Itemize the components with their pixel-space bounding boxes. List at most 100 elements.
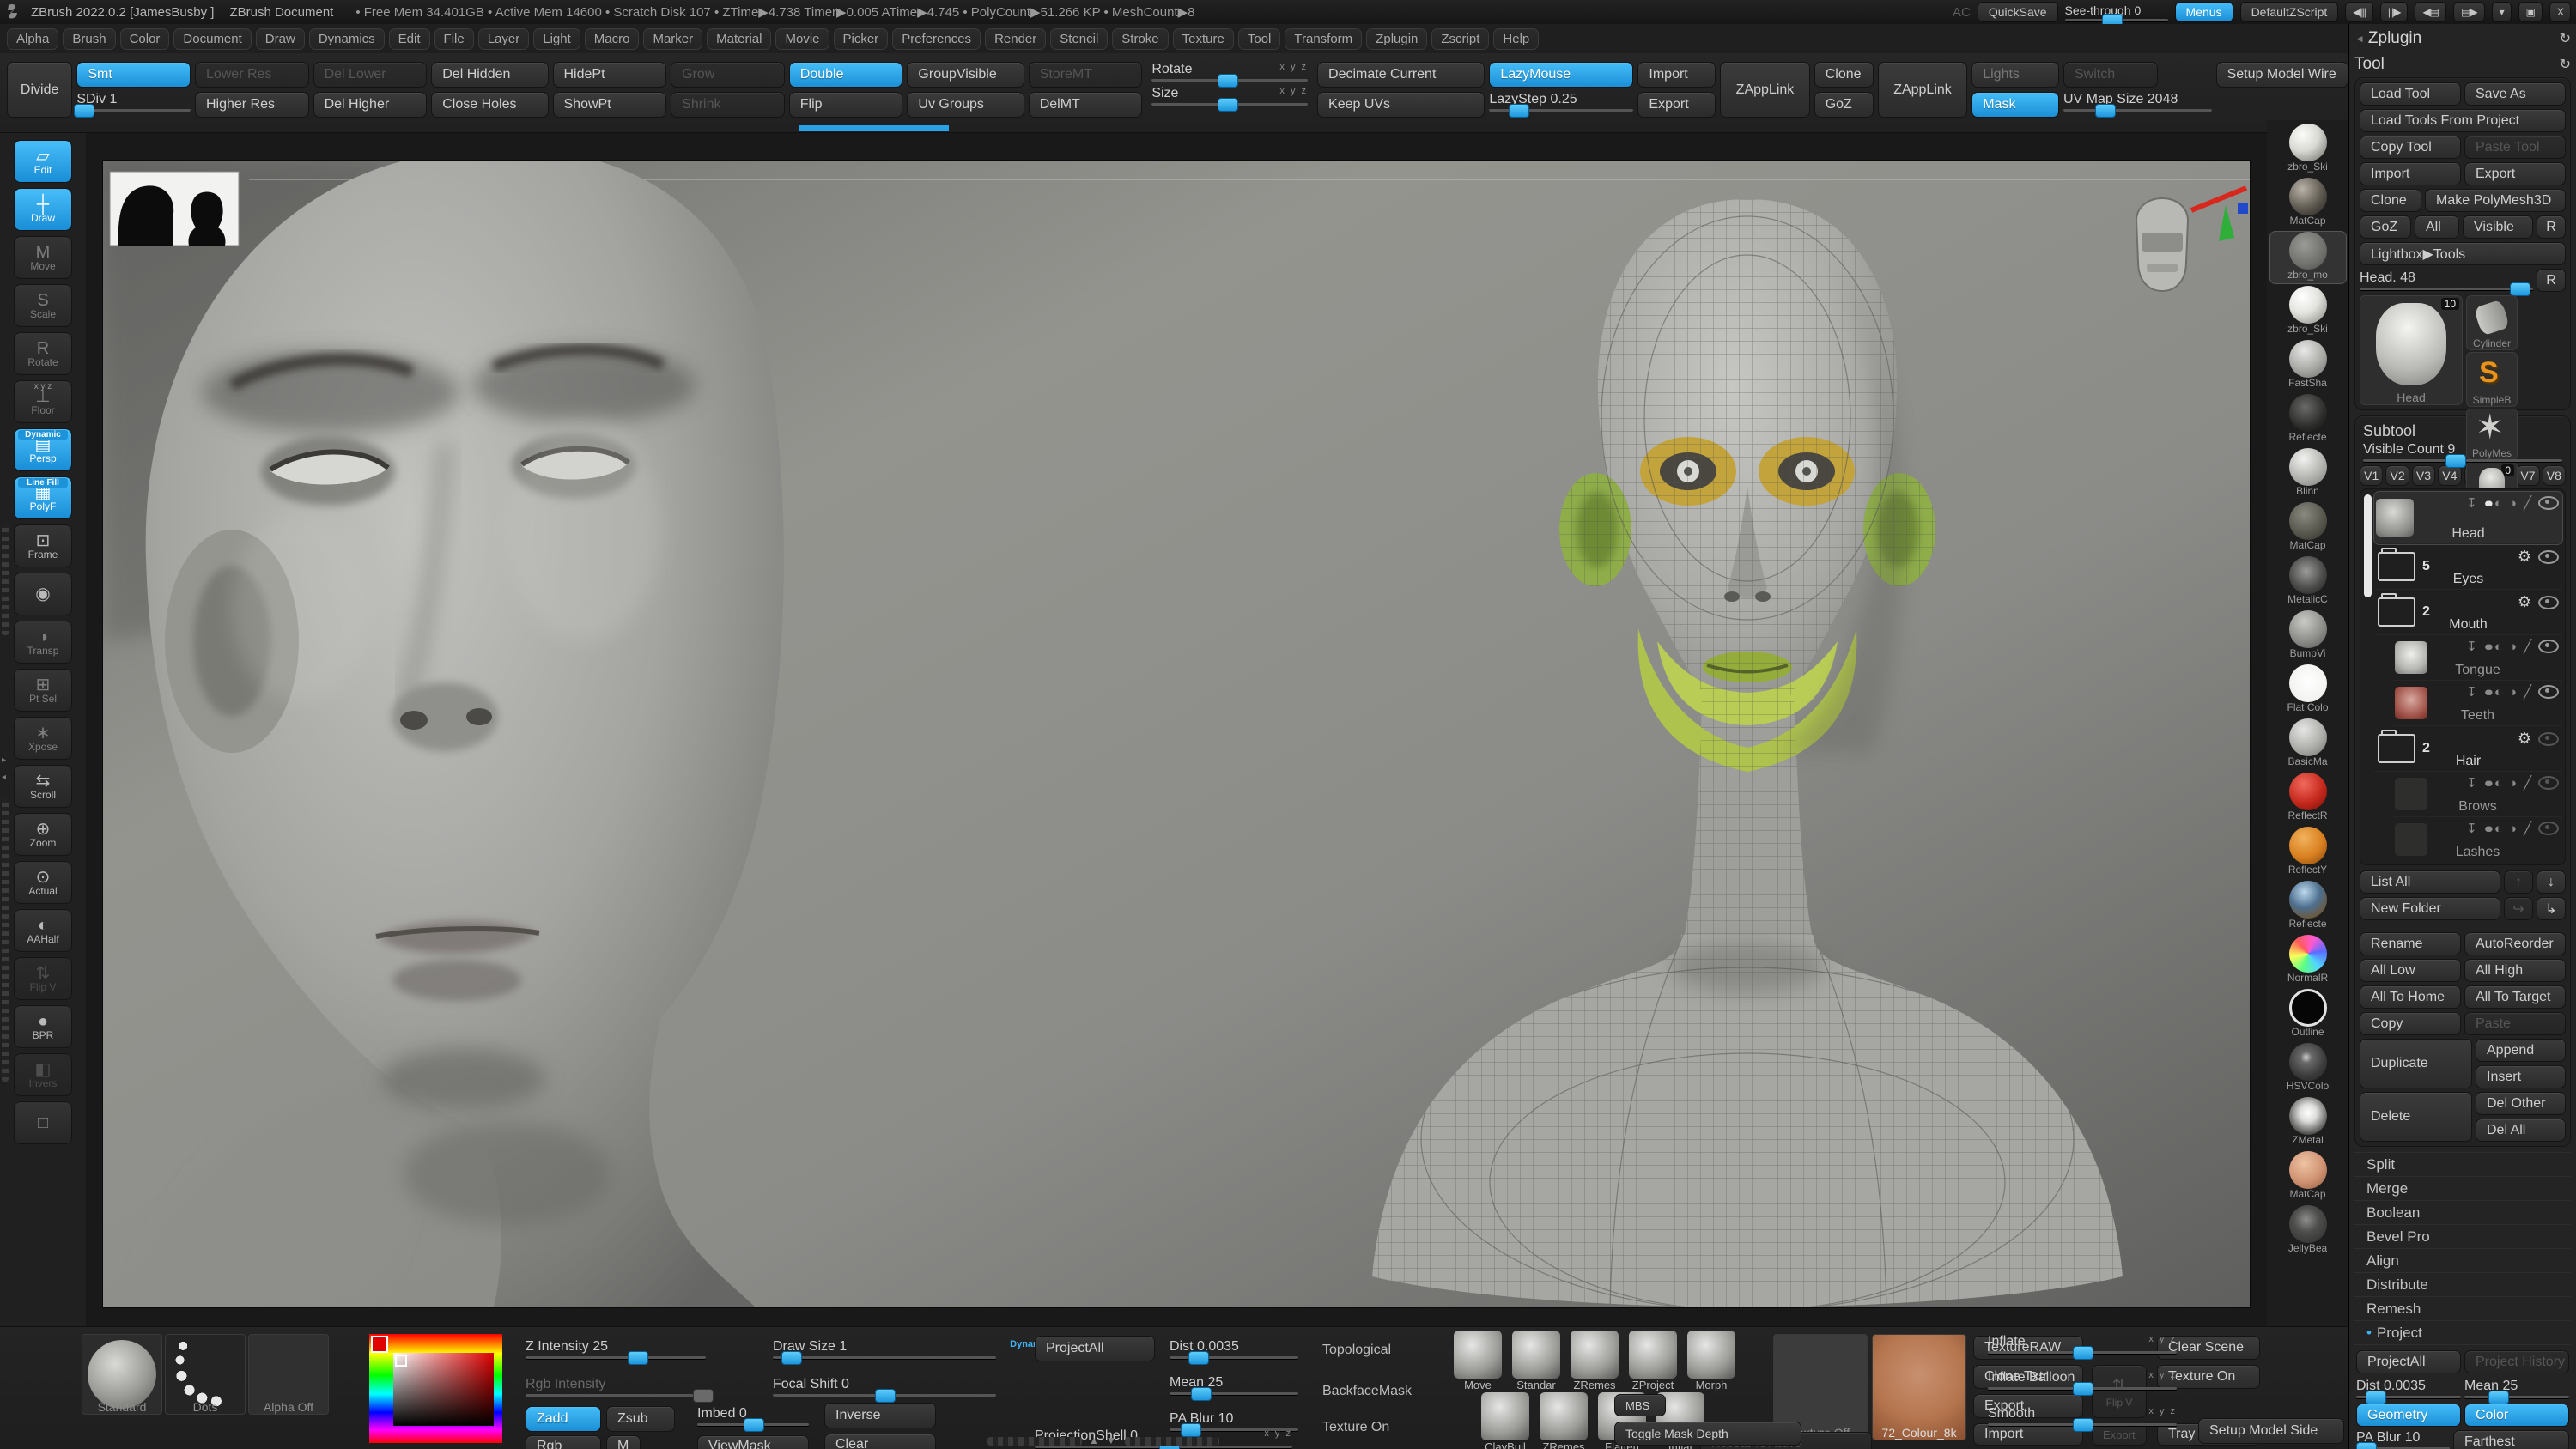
- rename-button[interactable]: Rename: [2360, 932, 2461, 955]
- v-set-button[interactable]: V8: [2543, 465, 2566, 486]
- decimate-current-button[interactable]: Decimate Current: [1317, 62, 1485, 88]
- menu-item[interactable]: Texture: [1173, 28, 1234, 50]
- uv-groups-button[interactable]: Uv Groups: [907, 92, 1024, 118]
- zadd-toggle[interactable]: Zadd: [526, 1406, 601, 1432]
- visible-button[interactable]: Visible: [2463, 215, 2533, 239]
- reset-icon[interactable]: ↻: [2560, 30, 2571, 47]
- brush-quick-thumb[interactable]: Morph: [1685, 1331, 1738, 1391]
- pa-blur-slider[interactable]: PA Blur 10: [2356, 1430, 2450, 1449]
- uv-map-size-slider[interactable]: UV Map Size 2048: [2063, 92, 2212, 112]
- material-thumb[interactable]: MatCap: [2270, 178, 2346, 229]
- copy-tool-button[interactable]: Copy Tool: [2360, 136, 2461, 159]
- section-header[interactable]: Align: [2354, 1248, 2571, 1272]
- default-zscript-button[interactable]: DefaultZScript: [2240, 2, 2339, 22]
- material-thumb[interactable]: Reflecte: [2270, 394, 2346, 446]
- del-other-button[interactable]: Del Other: [2476, 1092, 2566, 1115]
- intersection-icon[interactable]: ◑: [2509, 685, 2517, 700]
- menu-item[interactable]: Color: [120, 28, 170, 50]
- delmt-button[interactable]: DelMT: [1029, 92, 1143, 118]
- left-shelf-button[interactable]: S Scale: [14, 284, 72, 327]
- subtool-folder-eyes[interactable]: 5 ⚙ Eyes: [2374, 544, 2562, 590]
- subtool-scrollbar[interactable]: [2364, 494, 2372, 597]
- prev-doc-icon[interactable]: ◀|||: [2345, 2, 2373, 22]
- r-button[interactable]: R: [2537, 215, 2566, 239]
- draw-size-slider[interactable]: Draw Size 1 Dynamic: [773, 1339, 996, 1359]
- zsub-toggle[interactable]: Zsub: [606, 1406, 675, 1432]
- difference-icon[interactable]: ◐: [2494, 822, 2502, 836]
- difference-icon[interactable]: ◐: [2494, 640, 2502, 654]
- paste-tool-button[interactable]: Paste Tool: [2464, 136, 2566, 159]
- list-all-button[interactable]: List All: [2360, 870, 2500, 894]
- left-shelf-button[interactable]: ◧ Invers: [14, 1053, 72, 1096]
- all-low-button[interactable]: All Low: [2360, 959, 2461, 982]
- left-shelf-button[interactable]: ∗ Xpose: [14, 717, 72, 760]
- union-icon[interactable]: ●●: [2484, 685, 2488, 700]
- export2-button[interactable]: Export: [2092, 1423, 2147, 1446]
- del-hidden-button[interactable]: Del Hidden: [431, 62, 548, 88]
- menu-item[interactable]: Document: [173, 28, 251, 50]
- lights-button[interactable]: Lights: [1971, 62, 2059, 88]
- visibility-icon[interactable]: [2538, 776, 2559, 790]
- polypaint-icon[interactable]: ╱: [2524, 684, 2531, 700]
- menus-toggle[interactable]: Menus: [2175, 2, 2233, 22]
- left-shelf-button[interactable]: □: [14, 1101, 72, 1144]
- merge-down-icon[interactable]: ↧: [2466, 495, 2477, 511]
- tray-close-icon[interactable]: ◂: [2, 773, 6, 782]
- material-thumb[interactable]: zbro_mo: [2270, 232, 2346, 283]
- left-shelf-button[interactable]: ⊞ Pt Sel: [14, 669, 72, 712]
- sdiv-slider[interactable]: SDiv 1: [76, 92, 191, 112]
- visibility-icon[interactable]: [2538, 732, 2559, 746]
- subtool-item-brows[interactable]: ↧ ●● ◐ ◑ ╱ Brows: [2393, 772, 2562, 817]
- texture-on-label[interactable]: Texture On: [1322, 1420, 1389, 1435]
- enter-folder-button[interactable]: ↳: [2537, 897, 2566, 920]
- union-icon[interactable]: ●●: [2484, 822, 2488, 836]
- del-higher-button[interactable]: Del Higher: [313, 92, 428, 118]
- gear-icon[interactable]: ⚙: [2518, 593, 2531, 611]
- left-tray-scrollbar2[interactable]: [2, 798, 9, 1082]
- save-as-button[interactable]: Save As: [2464, 82, 2566, 106]
- intersection-icon[interactable]: ◑: [2509, 776, 2517, 791]
- brush-quick-thumb[interactable]: ZRemes: [1568, 1331, 1621, 1391]
- subtool-folder-mouth[interactable]: 2 ⚙ Mouth: [2374, 590, 2562, 635]
- clone-button[interactable]: Clone: [2360, 189, 2421, 212]
- texture-thumb[interactable]: 72_Colour_8k: [1872, 1334, 1966, 1440]
- delete-button[interactable]: Delete: [2360, 1092, 2472, 1142]
- left-shelf-button[interactable]: ┼ Draw: [14, 188, 72, 231]
- left-shelf-button[interactable]: Dynamic ▤ Persp: [14, 428, 72, 471]
- brush-quick-thumb[interactable]: ClayBuil: [1479, 1392, 1532, 1449]
- v-set-button[interactable]: V2: [2385, 465, 2409, 486]
- all-to-target-button[interactable]: All To Target: [2464, 985, 2566, 1009]
- visibility-icon[interactable]: [2538, 640, 2559, 653]
- material-thumb[interactable]: HSVColo: [2270, 1043, 2346, 1094]
- menu-item[interactable]: Marker: [643, 28, 702, 50]
- projectall-button[interactable]: ProjectAll: [1035, 1336, 1155, 1361]
- left-tray-scrollbar[interactable]: [2, 524, 9, 635]
- showpt-button[interactable]: ShowPt: [553, 92, 667, 118]
- material-thumb[interactable]: Flat Colo: [2270, 664, 2346, 716]
- menu-item[interactable]: Edit: [389, 28, 430, 50]
- project-section-header[interactable]: • Project: [2354, 1320, 2571, 1345]
- union-icon[interactable]: ●●: [2484, 496, 2488, 511]
- del-lower-button[interactable]: Del Lower: [313, 62, 428, 88]
- autoreorder-button[interactable]: AutoReorder: [2464, 932, 2566, 955]
- menu-item[interactable]: Macro: [585, 28, 640, 50]
- brush-quick-thumb[interactable]: Move: [1451, 1331, 1504, 1391]
- left-shelf-button[interactable]: M Move: [14, 236, 72, 279]
- difference-icon[interactable]: ◐: [2494, 685, 2502, 700]
- menu-item[interactable]: Alpha: [7, 28, 58, 50]
- intersection-icon[interactable]: ◑: [2509, 496, 2517, 511]
- material-thumb[interactable]: FastSha: [2270, 340, 2346, 391]
- polypaint-icon[interactable]: ╱: [2524, 495, 2531, 511]
- mean-slider[interactable]: Mean 25: [1170, 1375, 1298, 1395]
- left-shelf-button[interactable]: ◑ Transp: [14, 621, 72, 664]
- stroke-thumb[interactable]: Dots: [165, 1334, 246, 1415]
- visibility-icon[interactable]: [2538, 822, 2559, 835]
- mbs-button[interactable]: MBS: [1614, 1394, 1666, 1416]
- move-up-button[interactable]: ↑: [2504, 870, 2533, 894]
- left-shelf-button[interactable]: ⊡ Frame: [14, 524, 72, 567]
- intersection-icon[interactable]: ◑: [2509, 640, 2517, 654]
- texture-import-button[interactable]: Import: [1973, 1423, 2083, 1446]
- difference-icon[interactable]: ◐: [2494, 496, 2502, 511]
- material-thumb[interactable]: zbro_Ski: [2270, 124, 2346, 175]
- polypaint-icon[interactable]: ╱: [2524, 821, 2531, 836]
